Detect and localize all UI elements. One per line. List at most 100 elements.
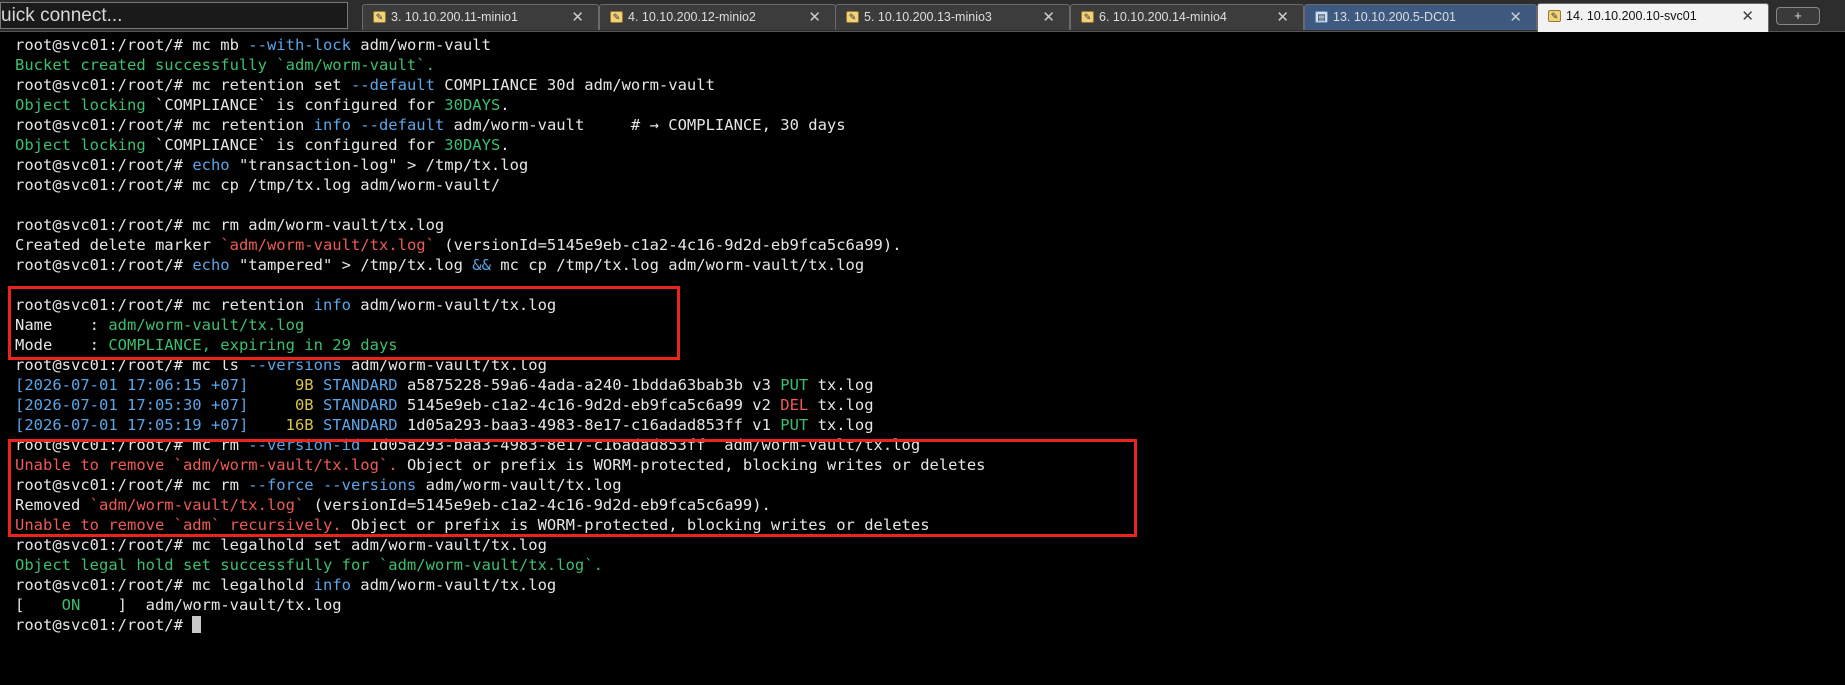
tab-bar: uick connect... ✎ 3. 10.10.200.11-minio1… [0,0,1845,32]
terminal-text: Object legal hold set successfully for `… [15,556,603,574]
terminal-text: info [313,116,351,134]
terminal-text: root@svc01:/root/# [15,256,193,274]
terminal-line: Created delete marker `adm/worm-vault/tx… [15,235,902,255]
terminal-line: Object locking `COMPLIANCE` is configure… [15,135,510,155]
terminal-text: adm/worm-vault/tx.log [350,576,557,594]
terminal-text: 16B [285,416,314,434]
terminal-text: root@svc01:/root/# mc rm adm/worm-vault/… [15,216,445,234]
terminal-key-icon: ✎ [1548,10,1561,22]
terminal-text: tx.log [808,416,874,434]
terminal-text: root@svc01:/root/# mc mb [15,36,249,54]
terminal-text: --default [360,116,445,134]
terminal-text: "tampered" > /tmp/tx.log [229,256,473,274]
terminal-text: adm/worm-vault [350,36,491,54]
terminal-key-icon: ✎ [610,11,623,23]
tab-label: 4. 10.10.200.12-minio2 [628,10,756,24]
close-icon[interactable]: ✕ [808,5,821,30]
terminal-text: `COMPLIANCE` [154,96,267,114]
terminal-text: [2026-07-01 17:05:19 +07] [15,416,249,434]
remote-desktop-icon: ▤ [1315,11,1328,23]
terminal-text: 1d05a293-baa3-4983-8e17-c16adad853ff v1 [397,416,781,434]
terminal-line: [2026-07-01 17:05:19 +07] 16B STANDARD 1… [15,415,874,435]
terminal-line: root@svc01:/root/# mc legalhold set adm/… [15,535,547,555]
tab-label: 3. 10.10.200.11-minio1 [391,10,518,24]
terminal-text: root@svc01:/root/# mc retention [15,116,314,134]
close-icon[interactable]: ✕ [571,5,584,30]
terminal-line: [2026-07-01 17:05:30 +07] 0B STANDARD 51… [15,395,874,415]
terminal-text: "transaction-log" > /tmp/tx.log [229,156,529,174]
terminal-line: root@svc01:/root/# echo "transaction-log… [15,155,528,175]
terminal-text: echo [192,156,230,174]
terminal-text: PUT [780,376,809,394]
terminal-text: tx.log [808,396,874,414]
terminal-key-icon: ✎ [1081,11,1094,23]
tab-minio4[interactable]: ✎ 6. 10.10.200.14-minio4 ✕ [1070,4,1304,30]
terminal-text: 0B [294,396,314,414]
terminal-text: tx.log [808,376,874,394]
terminal-text: root@svc01:/root/# [15,616,193,634]
terminal-text: mc cp /tmp/tx.log adm/worm-vault/tx.log [490,256,865,274]
tab-minio2[interactable]: ✎ 4. 10.10.200.12-minio2 ✕ [599,4,836,30]
terminal-text: STANDARD [322,396,398,414]
tab-minio3[interactable]: ✎ 5. 10.10.200.13-minio3 ✕ [835,4,1070,30]
tab-label: 5. 10.10.200.13-minio3 [864,10,992,24]
terminal-text: 5145e9eb-c1a2-4c16-9d2d-eb9fca5c6a99 v2 [397,396,781,414]
terminal-text: ON [61,596,81,614]
terminal-text: root@svc01:/root/# mc cp /tmp/tx.log adm… [15,176,501,194]
terminal-text: Bucket created successfully `adm/worm-va… [15,56,435,74]
terminal-text: STANDARD [322,416,398,434]
terminal-text: 30DAYS [444,96,501,114]
close-icon[interactable]: ✕ [1276,5,1289,30]
terminal-text: [ [15,596,62,614]
terminal-line: root@svc01:/root/# [15,615,202,635]
terminal-text: root@svc01:/root/# mc retention set [15,76,351,94]
terminal-text: . [500,136,510,154]
terminal-text: is configured for [266,136,445,154]
close-icon[interactable]: ✕ [1042,5,1055,30]
terminal-text: Created delete marker [15,236,221,254]
terminal-text: COMPLIANCE 30d adm/worm-vault [434,76,715,94]
terminal-text: --with-lock [248,36,351,54]
terminal-text: root@svc01:/root/# [15,156,193,174]
terminal-text: Object locking [15,96,155,114]
terminal-line: Object legal hold set successfully for `… [15,555,603,575]
close-icon[interactable]: ✕ [1509,5,1522,30]
terminal-line: root@svc01:/root/# echo "tampered" > /tm… [15,255,864,275]
close-icon[interactable]: ✕ [1741,4,1754,29]
highlight-box-retention-info [8,286,680,360]
quick-connect-input[interactable]: uick connect... [0,2,348,29]
terminal-text: info [313,576,351,594]
new-tab-button[interactable]: + [1776,7,1820,25]
terminal-line: root@svc01:/root/# mc cp /tmp/tx.log adm… [15,175,500,195]
terminal-line: Bucket created successfully `adm/worm-va… [15,55,435,75]
terminal-line: root@svc01:/root/# mc retention set --de… [15,75,715,95]
terminal-text: . [500,96,510,114]
terminal-line: root@svc01:/root/# mc mb --with-lock adm… [15,35,491,55]
terminal-key-icon: ✎ [373,11,386,23]
terminal-text: (versionId=5145e9eb-c1a2-4c16-9d2d-eb9fc… [434,236,902,254]
tab-label: 6. 10.10.200.14-minio4 [1099,10,1227,24]
terminal-cursor [192,616,202,633]
tab-svc01[interactable]: ✎ 14. 10.10.200.10-svc01 ✕ [1537,3,1769,32]
tab-minio1[interactable]: ✎ 3. 10.10.200.11-minio1 ✕ [362,4,599,30]
terminal-key-icon: ✎ [846,11,859,23]
quick-connect-placeholder: uick connect... [1,5,123,26]
terminal-line: Object locking `COMPLIANCE` is configure… [15,95,510,115]
tab-dc01[interactable]: ▤ 13. 10.10.200.5-DC01 ✕ [1304,4,1537,30]
terminal-text: ] adm/worm-vault/tx.log [80,596,342,614]
terminal-text: root@svc01:/root/# mc legalhold set adm/… [15,536,547,554]
terminal-line: [ ON ] adm/worm-vault/tx.log [15,595,342,615]
terminal-line: root@svc01:/root/# mc rm adm/worm-vault/… [15,215,444,235]
terminal-line: root@svc01:/root/# mc legalhold info adm… [15,575,556,595]
terminal-text: --default [350,76,435,94]
terminal-text: root@svc01:/root/# mc legalhold [15,576,314,594]
terminal-text: [2026-07-01 17:05:30 +07] [15,396,249,414]
terminal-text: DEL [780,396,809,414]
terminal-text: `COMPLIANCE` [154,136,267,154]
